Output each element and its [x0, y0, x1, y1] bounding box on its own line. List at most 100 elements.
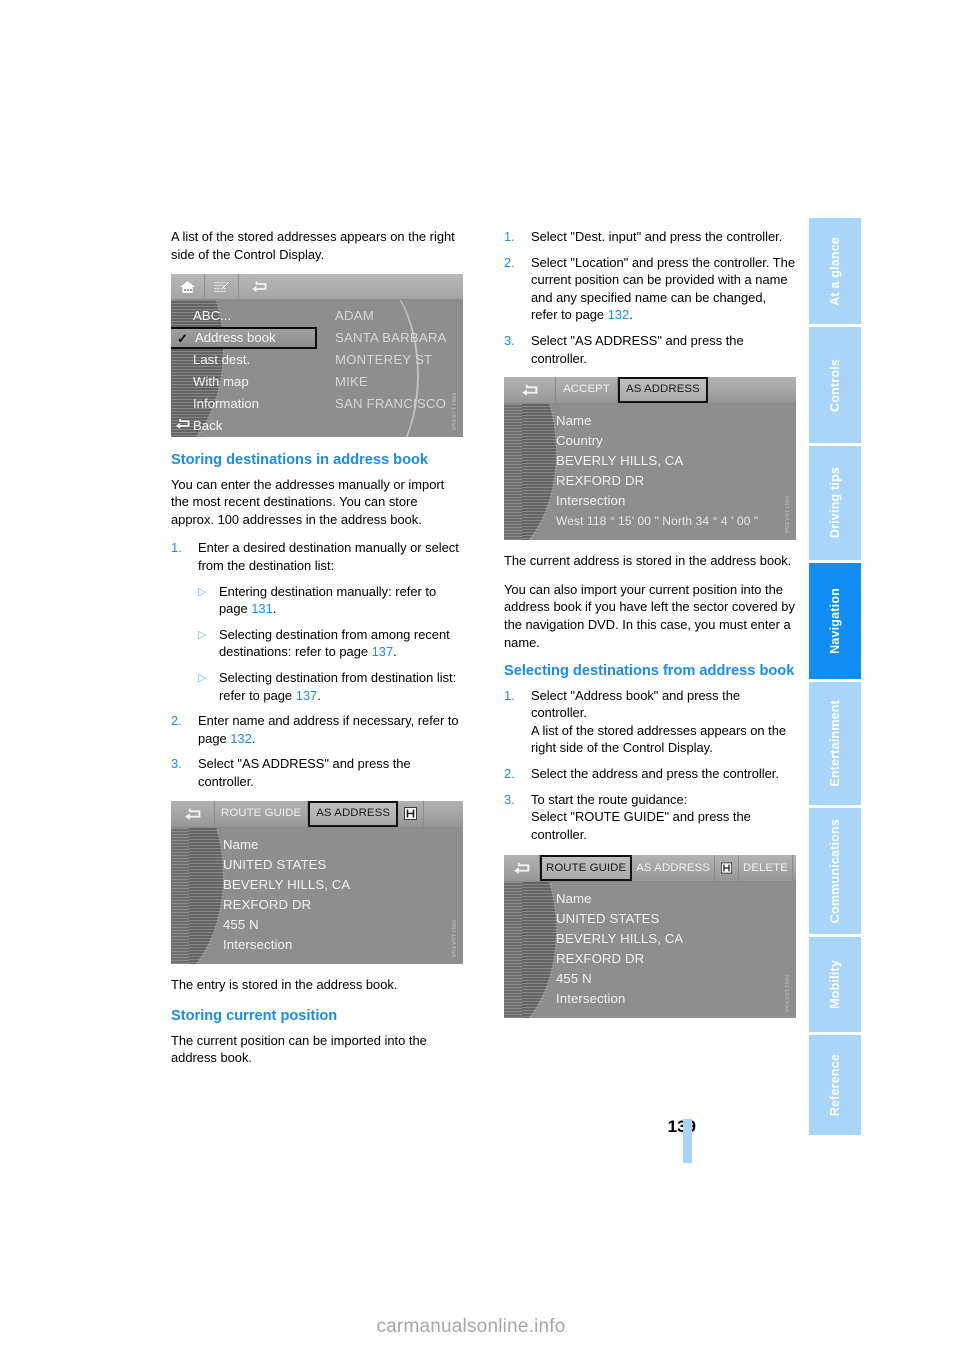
toolbar-button-as-address[interactable]: AS ADDRESS [632, 855, 716, 882]
content-line: REXFORD DR [556, 951, 645, 967]
sidebar-item-mobility[interactable]: Mobility [809, 937, 861, 1033]
toolbar-button-as-address[interactable]: AS ADDRESS [308, 800, 399, 827]
toolbar-button-delete[interactable]: DELETE [739, 855, 793, 882]
page-reference[interactable]: 131 [251, 601, 273, 616]
step-number: 1. [504, 229, 515, 244]
step-text: Select "Location" and press the controll… [531, 254, 796, 323]
sub-bullet-text: Selecting destination from destination l… [219, 670, 457, 703]
menu-item-label: ABC... [193, 308, 232, 324]
menu-item-last-dest[interactable]: Last dest. [171, 349, 321, 371]
step-item: 1. Select "Dest. input" and press the co… [504, 228, 796, 246]
content-line: Name [223, 836, 259, 852]
stored-note-paragraph: The current address is stored in the add… [504, 553, 792, 569]
sub-bullet-item: ▷ Selecting destination from among recen… [198, 626, 463, 661]
page-reference[interactable]: 137 [372, 644, 394, 659]
step-text: Select "AS ADDRESS" and press the contro… [531, 332, 744, 366]
step-number: 1. [171, 540, 182, 556]
back-arrow-icon[interactable] [171, 800, 215, 827]
sidebar-item-label: Driving tips [828, 467, 842, 539]
section-tab-rail: At a glance Controls Driving tips Naviga… [809, 218, 861, 1138]
sub-bullet-text: Selecting destination from among recent … [219, 626, 450, 660]
info-icon[interactable] [398, 800, 425, 827]
menu-right-list: ADAM SANTA BARBARA MONTEREY ST MIKE SAN … [321, 300, 463, 437]
page-reference[interactable]: 137 [296, 688, 318, 703]
menu-item-address-book[interactable]: ✓ Address book [171, 327, 317, 350]
menu-item-label: Address book [195, 330, 276, 346]
sub-bullet-suffix: . [272, 601, 277, 617]
menu-item-label: With map [193, 374, 249, 390]
menu-item-abc[interactable]: ABC... [171, 305, 321, 327]
address-list-item[interactable]: MONTEREY ST [335, 349, 463, 371]
sub-bullet-suffix: . [393, 644, 397, 660]
current-position-paragraph: The current position can be imported int… [171, 1032, 427, 1066]
back-arrow-icon[interactable] [504, 855, 540, 882]
accept-as-address-screenshot: ACCEPT AS ADDRESS Name Country BEVERLY H… [504, 377, 796, 541]
sidebar-item-communications[interactable]: Communications [809, 808, 861, 935]
sidebar-item-driving-tips[interactable]: Driving tips [809, 446, 861, 560]
content-line: 455 N [223, 916, 259, 932]
step-text: Select "Address book" and press the cont… [531, 687, 787, 756]
step-number: 3. [504, 791, 515, 807]
sidebar-item-label: Reference [828, 1054, 842, 1117]
step-item: 2. Select "Location" and press the contr… [504, 254, 796, 324]
sidebar-item-controls[interactable]: Controls [809, 327, 861, 444]
back-arrow-icon[interactable] [504, 377, 556, 404]
toolbar-button-route-guide[interactable]: ROUTE GUIDE [215, 800, 309, 827]
sidebar-item-label: Communications [828, 819, 842, 924]
step-number: 3. [171, 756, 182, 772]
toolbar-button-route-guide[interactable]: ROUTE GUIDE [540, 855, 633, 882]
sidebar-item-at-a-glance[interactable]: At a glance [809, 218, 861, 325]
step-number: 1. [504, 687, 515, 703]
content-line: Name [556, 891, 592, 907]
sidebar-item-label: Mobility [828, 960, 842, 1010]
content-line: 455 N [556, 971, 592, 987]
current-position-steps-list: 1. Select "Dest. input" and press the co… [504, 228, 796, 367]
toolbar-button-accept[interactable]: ACCEPT [556, 377, 618, 404]
menu-item-back[interactable]: Back [171, 415, 321, 437]
content-line: Intersection [556, 493, 626, 509]
sidebar-item-entertainment[interactable]: Entertainment [809, 681, 861, 806]
sidebar-item-label: At a glance [828, 236, 842, 306]
intro-paragraph: A list of the stored addresses appears o… [171, 229, 455, 262]
home-icon[interactable] [171, 274, 205, 300]
step-text: Select "Dest. input" and press the contr… [531, 229, 783, 244]
page-reference[interactable]: 132 [608, 307, 630, 322]
step-item: 1. Select "Address book" and press the c… [504, 687, 796, 757]
content-line: Intersection [556, 991, 626, 1007]
sub-bullet-list: ▷ Entering destination manually: refer t… [198, 583, 463, 705]
menu-left-list: ABC... ✓ Address book Last dest. With ma… [171, 300, 321, 437]
menu-body: ABC... ✓ Address book Last dest. With ma… [171, 274, 463, 438]
toolbar-button-as-address[interactable]: AS ADDRESS [618, 377, 708, 404]
screenshot-content: Name UNITED STATES BEVERLY HILLS, CA REX… [504, 882, 796, 1018]
step-item: 2. Enter name and address if necessary, … [171, 712, 463, 747]
content-line: BEVERLY HILLS, CA [556, 931, 684, 947]
right-column: 1. Select "Dest. input" and press the co… [504, 228, 796, 1030]
screenshot-toolbar: ROUTE GUIDE AS ADDRESS [171, 800, 463, 828]
step-suffix: . [629, 307, 633, 323]
triangle-bullet-icon: ▷ [198, 672, 207, 685]
info-icon[interactable] [715, 855, 740, 882]
menu-item-information[interactable]: Information [171, 393, 321, 415]
screenshot-content: Name UNITED STATES BEVERLY HILLS, CA REX… [171, 828, 463, 964]
menu-back-icon[interactable] [239, 274, 463, 299]
back-arrow-icon [175, 417, 190, 435]
step-number: 2. [504, 766, 515, 781]
address-list-item[interactable]: ADAM [335, 305, 463, 327]
menu-item-label: Information [193, 396, 259, 412]
sidebar-item-navigation[interactable]: Navigation [809, 563, 861, 679]
content-line: BEVERLY HILLS, CA [223, 876, 351, 892]
address-list-item[interactable]: MIKE [335, 371, 463, 393]
address-list-item[interactable]: SANTA BARBARA [335, 327, 463, 349]
sidebar-item-reference[interactable]: Reference [809, 1035, 861, 1135]
step-number: 2. [171, 713, 182, 729]
content-line: Country [556, 433, 603, 449]
menu-item-with-map[interactable]: With map [171, 371, 321, 393]
step-number: 2. [504, 254, 515, 270]
page-reference[interactable]: 132 [230, 731, 252, 746]
screenshot-toolbar: ROUTE GUIDE AS ADDRESS DELETE [504, 855, 796, 883]
content-line: Intersection [223, 936, 293, 952]
content-line: REXFORD DR [223, 896, 312, 912]
map-pencil-icon[interactable] [205, 274, 239, 300]
